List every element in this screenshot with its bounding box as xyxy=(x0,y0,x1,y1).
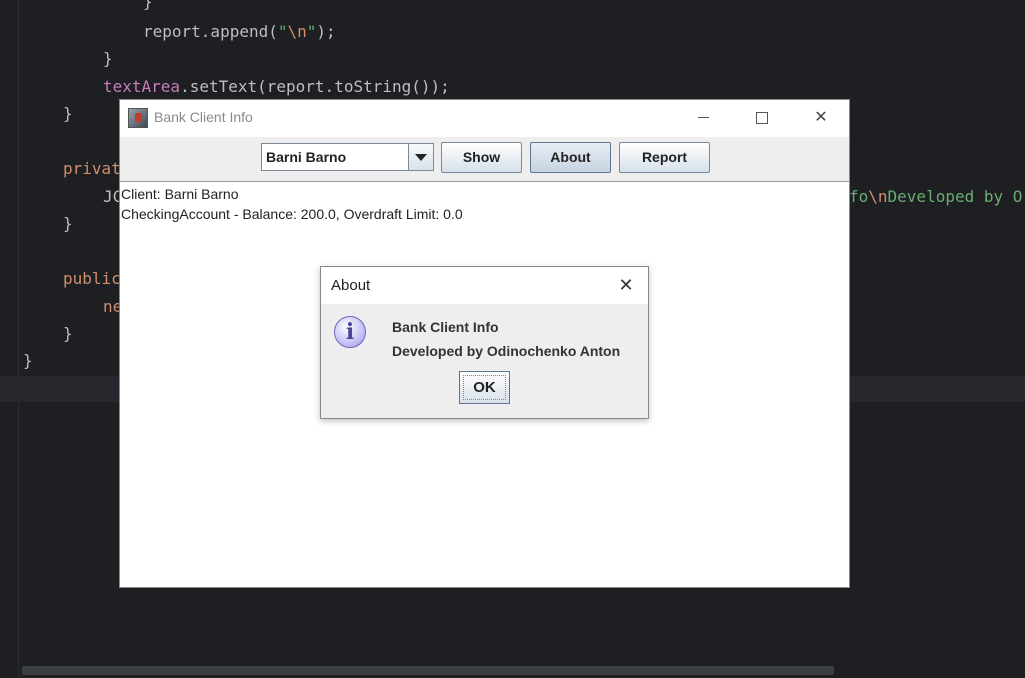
client-select[interactable]: Barni Barno xyxy=(261,143,434,171)
report-line-account: CheckingAccount - Balance: 200.0, Overdr… xyxy=(121,206,463,222)
code-line: privat xyxy=(63,158,121,180)
editor-horizontal-scrollbar[interactable] xyxy=(22,666,834,675)
window-title: Bank Client Info xyxy=(154,109,253,125)
code-line: public xyxy=(63,268,121,290)
code-line: } xyxy=(23,350,33,372)
code-token: textArea xyxy=(103,77,181,96)
code-token: " xyxy=(277,22,288,41)
dialog-message-title: Bank Client Info xyxy=(392,319,499,335)
ok-button[interactable]: OK xyxy=(459,371,510,404)
code-line: } xyxy=(63,103,73,125)
minimize-button[interactable] xyxy=(680,106,726,130)
code-token: } xyxy=(23,351,33,370)
minimize-icon xyxy=(697,117,709,119)
code-token: \n xyxy=(868,187,888,206)
show-button[interactable]: Show xyxy=(441,142,522,173)
code-token: } xyxy=(63,104,73,123)
code-line: textArea.setText(report.toString()); xyxy=(103,76,450,98)
code-token: public xyxy=(63,269,121,288)
code-token: ); xyxy=(316,22,336,41)
about-button[interactable]: About xyxy=(530,142,611,173)
report-button[interactable]: Report xyxy=(619,142,710,173)
window-title-bar[interactable]: Bank Client Info ✕ xyxy=(120,100,849,137)
chevron-down-icon[interactable] xyxy=(408,144,433,170)
maximize-button[interactable] xyxy=(739,106,785,130)
java-app-icon xyxy=(128,108,148,128)
dialog-title-bar[interactable]: About ✕ xyxy=(321,267,648,304)
code-token: .setText(report.toString()); xyxy=(180,77,450,96)
code-token: } xyxy=(63,324,73,343)
maximize-icon xyxy=(756,111,768,124)
code-token: } xyxy=(143,0,153,11)
close-icon: ✕ xyxy=(814,109,828,126)
code-token: Developed by O xyxy=(887,187,1023,206)
dialog-message-author: Developed by Odinochenko Anton xyxy=(392,343,621,359)
editor-gutter-border xyxy=(18,0,19,678)
client-select-value: Barni Barno xyxy=(266,149,347,165)
close-button[interactable]: ✕ xyxy=(798,106,844,130)
close-icon: ✕ xyxy=(618,275,634,295)
dialog-close-button[interactable]: ✕ xyxy=(614,273,638,297)
code-token: \n xyxy=(287,22,307,41)
code-line: } xyxy=(143,0,153,13)
code-token: privat xyxy=(63,159,121,178)
code-line: } xyxy=(63,213,73,235)
code-line: } xyxy=(63,323,73,345)
ok-button-label: OK xyxy=(463,375,506,400)
about-dialog: About ✕ i Bank Client Info Developed by … xyxy=(320,266,649,419)
code-line: } xyxy=(103,48,113,70)
code-token: report.append( xyxy=(143,22,278,41)
code-token: fo xyxy=(849,187,869,206)
report-line-client: Client: Barni Barno xyxy=(121,186,239,202)
code-token: } xyxy=(63,214,73,233)
toolbar: Barni Barno Show About Report xyxy=(120,137,849,181)
code-line: report.append("\n"); xyxy=(143,21,336,43)
info-icon: i xyxy=(334,316,366,348)
code-token: } xyxy=(103,49,113,68)
dialog-title: About xyxy=(331,277,371,294)
code-token: " xyxy=(306,22,317,41)
code-line: fo\nDeveloped by O xyxy=(849,186,1022,208)
